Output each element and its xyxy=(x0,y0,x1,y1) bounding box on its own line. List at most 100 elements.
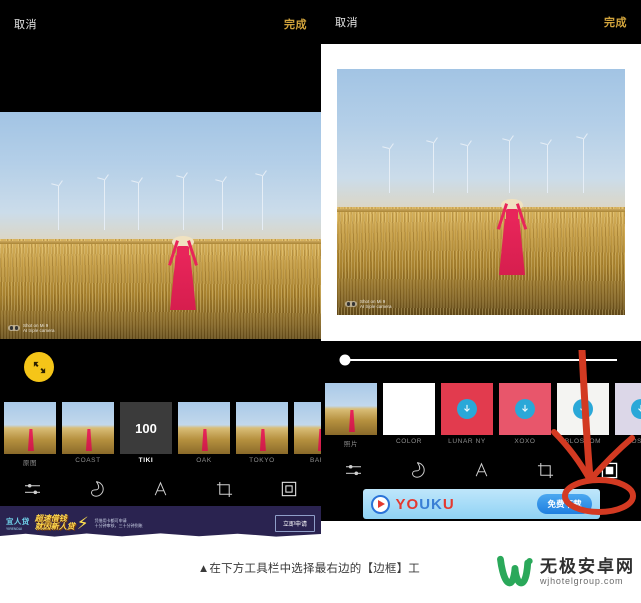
text-a-icon xyxy=(475,462,487,477)
filter-thumbnail[interactable] xyxy=(294,402,321,454)
filter-thumbnail[interactable] xyxy=(178,402,230,454)
left-bottom-toolbar[interactable] xyxy=(0,472,321,506)
filter-item[interactable]: TOKYO xyxy=(236,402,288,467)
ad-slogan: 超速借钱 就因新人贷 xyxy=(34,513,75,531)
ad-brand-sub: YIRENDAI xyxy=(6,526,23,531)
sky-region xyxy=(0,112,321,242)
watermark-line2: AI triple camera xyxy=(23,327,55,333)
tool-filter[interactable] xyxy=(83,478,109,500)
crop-icon xyxy=(537,462,553,478)
download-icon[interactable] xyxy=(631,399,641,419)
right-photo-frame-area: Shot on Mi 9 AI triple camera xyxy=(321,69,641,341)
frame-item[interactable]: LUNAR NY xyxy=(441,383,493,448)
horizon-line xyxy=(337,209,625,213)
filter-item[interactable]: OAK xyxy=(178,402,230,467)
filter-label: OAK xyxy=(196,457,212,464)
filter-item[interactable]: COAST xyxy=(62,402,114,467)
frame-label: BLOSSOM xyxy=(564,438,602,445)
tool-crop[interactable] xyxy=(532,459,558,481)
slider-track[interactable] xyxy=(339,354,617,366)
filter-item[interactable]: BARK xyxy=(294,402,321,467)
tool-text[interactable] xyxy=(468,459,494,481)
youku-download-button[interactable]: 免费下载 xyxy=(537,494,592,514)
text-a-icon xyxy=(154,481,167,496)
right-ad-banner[interactable]: YOUKU 免费下载 xyxy=(321,487,641,521)
left-filter-strip-container: 原图 COAST 100 TIKI OAK TOKYO BA xyxy=(0,398,321,472)
frame-thumbnail-xoxo[interactable] xyxy=(499,383,551,435)
right-photo-preview[interactable]: Shot on Mi 9 AI triple camera xyxy=(337,69,625,315)
youku-logo-icon xyxy=(370,494,390,514)
ad-brand: 宜人贷 YIRENDAI xyxy=(6,516,30,531)
filter-intensity-value[interactable]: 100 xyxy=(120,402,172,454)
wind-turbine-icon xyxy=(138,183,139,230)
wind-turbine-icon xyxy=(389,149,390,193)
right-topbar: 取消 完成 xyxy=(321,0,641,44)
left-done-button[interactable]: 完成 xyxy=(284,16,307,32)
left-editor-controls xyxy=(0,339,321,398)
magic-face-icon xyxy=(412,462,425,478)
frame-thumbnail-color[interactable] xyxy=(383,383,435,435)
wind-turbine-icon xyxy=(433,143,434,193)
download-icon[interactable] xyxy=(573,399,593,419)
youku-ad[interactable]: YOUKU 免费下载 xyxy=(362,489,600,519)
photo-camera-watermark: Shot on Mi 9 AI triple camera xyxy=(8,323,55,333)
ad-cta-button[interactable]: 立即申请 xyxy=(274,514,315,532)
tool-border-selected[interactable] xyxy=(596,459,622,481)
filter-thumbnail[interactable] xyxy=(236,402,288,454)
filter-item-selected[interactable]: 100 TIKI xyxy=(120,402,172,467)
filter-strip[interactable]: 原图 COAST 100 TIKI OAK TOKYO BA xyxy=(0,402,321,467)
ad-wave-decoration xyxy=(0,533,321,540)
left-cancel-button[interactable]: 取消 xyxy=(14,16,37,32)
frame-item[interactable]: BLOSSOM xyxy=(557,383,609,448)
left-photo-preview[interactable]: Shot on Mi 9 AI triple camera xyxy=(0,112,321,339)
tool-adjust[interactable] xyxy=(19,478,45,500)
tool-crop[interactable] xyxy=(212,478,238,500)
sliders-icon xyxy=(345,464,361,475)
ad-content[interactable]: 宜人贷 YIRENDAI 超速借钱 就因新人贷 ⚡ 凭借用卡额可申请 十分钟审核… xyxy=(0,506,321,540)
magic-face-icon xyxy=(91,481,104,497)
frame-label: LUNAR NY xyxy=(448,438,486,445)
left-topbar: 取消 完成 xyxy=(0,0,321,47)
left-ad-banner[interactable]: 宜人贷 YIRENDAI 超速借钱 就因新人贷 ⚡ 凭借用卡额可申请 十分钟审核… xyxy=(0,506,321,540)
red-dress xyxy=(170,255,196,310)
download-icon[interactable] xyxy=(457,399,477,419)
screenshot-root: 取消 完成 Shot on Mi 9 AI triple camera 原图 C… xyxy=(0,0,641,603)
horizon-line xyxy=(0,241,321,245)
tool-border[interactable] xyxy=(276,478,302,500)
frame-label: XOXO xyxy=(514,438,536,445)
frame-thumbnail-photo[interactable] xyxy=(325,383,377,435)
tool-adjust[interactable] xyxy=(340,459,366,481)
tool-text[interactable] xyxy=(147,478,173,500)
frame-strip[interactable]: 照片 COLOR LUNAR NY XOXO BLOSSOM COS xyxy=(321,383,641,448)
wind-turbine-icon xyxy=(58,186,59,230)
filter-thumbnail[interactable] xyxy=(4,402,56,454)
slider-knob[interactable] xyxy=(339,354,351,366)
camera-eyes-icon xyxy=(345,300,357,307)
frame-thumbnail-cosmic[interactable] xyxy=(615,383,641,435)
caption-text: ▲在下方工具栏中选择最右边的【边框】工 xyxy=(197,563,420,575)
filter-label: 原图 xyxy=(22,460,38,467)
frame-thumbnail-blossom[interactable] xyxy=(557,383,609,435)
filter-item[interactable]: 原图 xyxy=(4,402,56,467)
frame-item[interactable]: COLOR xyxy=(383,383,435,448)
download-icon[interactable] xyxy=(515,399,535,419)
right-white-gap xyxy=(321,44,641,69)
wind-turbine-icon xyxy=(183,178,184,230)
tool-filter[interactable] xyxy=(404,459,430,481)
border-width-slider-row[interactable] xyxy=(321,341,641,379)
caption-bar: ▲在下方工具栏中选择最右边的【边框】工 无极安卓网 wjhotelgroup.c… xyxy=(0,548,641,603)
frame-thumbnail-lunar-ny[interactable] xyxy=(441,383,493,435)
expand-button[interactable] xyxy=(24,352,54,382)
frame-square-icon xyxy=(601,462,617,478)
right-frame-strip-container: 照片 COLOR LUNAR NY XOXO BLOSSOM COS xyxy=(321,379,641,453)
filter-thumbnail[interactable] xyxy=(62,402,114,454)
frame-label: 照片 xyxy=(343,441,359,448)
right-bottom-toolbar[interactable] xyxy=(321,453,641,487)
frame-item[interactable]: XOXO xyxy=(499,383,551,448)
right-done-button[interactable]: 完成 xyxy=(604,14,627,30)
frame-item[interactable]: 照片 xyxy=(325,383,377,448)
lightning-bolt-icon: ⚡ xyxy=(76,513,89,533)
right-cancel-button[interactable]: 取消 xyxy=(335,14,358,30)
filter-label: TOKYO xyxy=(249,457,275,464)
frame-item[interactable]: COSMIC xyxy=(615,383,641,448)
